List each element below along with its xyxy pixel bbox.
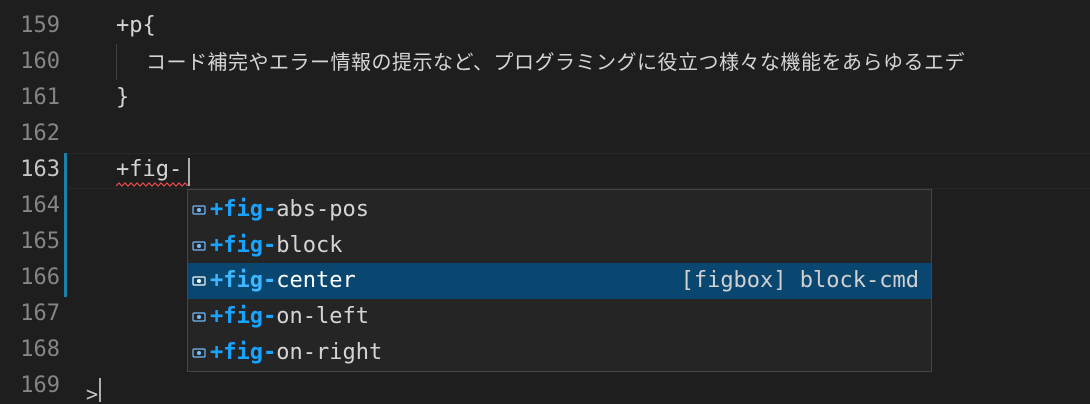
- suggest-detail: [figbox] block-cmd: [680, 268, 919, 293]
- suggest-item-fig-abs-pos[interactable]: +fig-abs-pos: [188, 192, 931, 228]
- text-cursor: [188, 158, 190, 186]
- line-number: 161: [20, 85, 60, 110]
- suggest-rest: abs-pos: [276, 197, 369, 222]
- suggest-match: +fig-: [210, 268, 277, 293]
- autocomplete-suggest-widget[interactable]: +fig-abs-pos +fig-block +fig-center [fig…: [187, 189, 932, 372]
- suggest-match: +fig-: [210, 233, 277, 258]
- symbol-reference-icon: [192, 204, 206, 216]
- secondary-cursor: [99, 378, 101, 402]
- suggest-rest: on-right: [276, 340, 383, 365]
- line-number: 166: [20, 265, 60, 290]
- suggest-item-fig-center[interactable]: +fig-center [figbox] block-cmd: [188, 263, 931, 299]
- code-line-161[interactable]: }: [116, 80, 129, 116]
- suggest-rest: on-left: [276, 304, 369, 329]
- line-number: 162: [20, 121, 60, 146]
- symbol-reference-icon: [192, 311, 206, 323]
- code-line-159[interactable]: +p{: [116, 8, 156, 44]
- suggest-match: +fig-: [210, 340, 277, 365]
- symbol-reference-icon: [192, 240, 206, 252]
- line-number: 160: [20, 49, 60, 74]
- suggest-match: +fig-: [210, 197, 277, 222]
- symbol-reference-icon: [192, 347, 206, 359]
- symbol-reference-icon: [192, 275, 206, 287]
- line-number-gutter: 159 160 161 162 163 164 165 166 167 168 …: [0, 0, 64, 404]
- suggest-item-fig-on-left[interactable]: +fig-on-left: [188, 299, 931, 335]
- suggest-rest: center: [276, 268, 356, 293]
- suggest-rest: block: [276, 233, 343, 258]
- line-169-marker: >: [86, 382, 99, 404]
- line-number-active: 163: [20, 157, 60, 182]
- code-line-160[interactable]: コード補完やエラー情報の提示など、プログラミングに役立つ様々な機能をあらゆるエデ: [146, 44, 965, 80]
- current-line-highlight: [68, 153, 1090, 189]
- suggest-item-fig-on-right[interactable]: +fig-on-right: [188, 335, 931, 371]
- line-number: 169: [20, 373, 60, 398]
- line-number: 167: [20, 301, 60, 326]
- code-editor[interactable]: 159 160 161 162 163 164 165 166 167 168 …: [0, 0, 1090, 404]
- error-squiggle: [116, 182, 188, 187]
- suggest-item-fig-block[interactable]: +fig-block: [188, 228, 931, 264]
- line-number: 159: [20, 13, 60, 38]
- indent-guide: [116, 44, 117, 80]
- line-number: 168: [20, 337, 60, 362]
- modified-lines-indicator[interactable]: [64, 153, 67, 297]
- suggest-match: +fig-: [210, 304, 277, 329]
- line-number: 164: [20, 193, 60, 218]
- line-number: 165: [20, 229, 60, 254]
